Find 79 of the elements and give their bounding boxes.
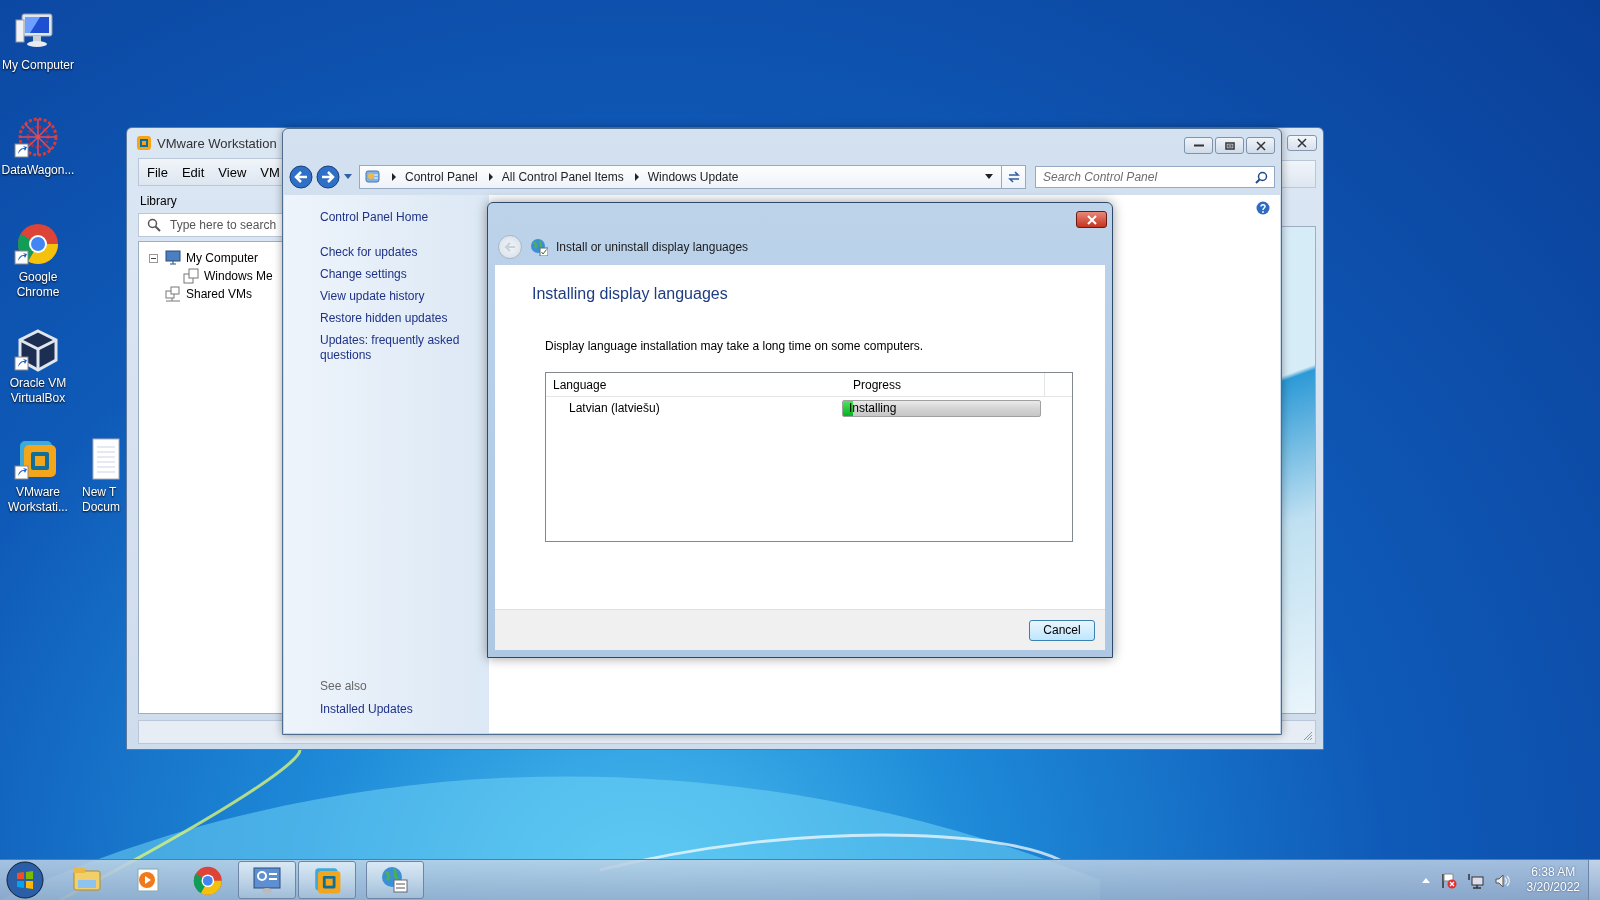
breadcrumb-item[interactable]: All Control Panel Items <box>501 170 624 184</box>
icon-label[interactable]: DataWagon... <box>0 163 76 178</box>
table-cell-text: Latvian (latviešu) <box>568 401 661 415</box>
search-icon <box>1255 171 1268 184</box>
windows-logo-icon <box>6 861 44 899</box>
close-icon <box>1085 214 1098 225</box>
network-icon <box>1466 871 1484 889</box>
refresh-button[interactable] <box>1002 165 1026 189</box>
control-panel-icon <box>251 864 283 896</box>
taskbar-button[interactable] <box>238 861 296 899</box>
dropdown-icon <box>985 174 993 180</box>
icon-label[interactable]: VMware Workstati... <box>0 485 76 515</box>
search-icon <box>147 218 161 232</box>
close-button[interactable] <box>1076 211 1107 228</box>
chevron-icon <box>487 173 494 181</box>
icon-label[interactable]: My Computer <box>0 58 76 73</box>
section-label: See also <box>320 679 368 693</box>
restore-icon <box>1223 140 1236 151</box>
back-button[interactable] <box>289 165 313 189</box>
windows-stack-icon <box>183 268 199 284</box>
minimize-button[interactable] <box>1184 137 1213 154</box>
help-icon <box>1256 201 1270 215</box>
library-label: Library <box>140 194 178 208</box>
maximize-button[interactable] <box>1215 137 1244 154</box>
cancel-button[interactable]: Cancel <box>1029 619 1095 641</box>
close-icon <box>1297 138 1307 148</box>
breadcrumb-item[interactable]: Control Panel <box>405 170 478 184</box>
tree-item[interactable]: Windows Me <box>204 269 273 283</box>
chevron-icon <box>633 173 640 181</box>
dialog-heading: Installing display languages <box>532 285 729 303</box>
caret-up-icon <box>1421 877 1430 883</box>
window-title: VMware Workstation <box>157 135 277 151</box>
control-panel-icon <box>365 169 381 185</box>
taskbar-button[interactable] <box>366 861 424 899</box>
icon-label[interactable]: Oracle VM VirtualBox <box>0 376 76 406</box>
tree-item[interactable]: My Computer <box>186 251 259 265</box>
dialog-title: Install or uninstall display languages <box>556 240 749 254</box>
taskbar-button[interactable] <box>298 861 356 899</box>
help-button[interactable] <box>1256 201 1270 215</box>
chrome-icon <box>191 864 223 896</box>
menu-item[interactable]: VM <box>255 162 285 182</box>
resize-grip-icon <box>1303 731 1313 741</box>
app-icon <box>136 135 152 151</box>
chevron-icon <box>391 173 397 181</box>
shared-stack-icon <box>165 286 181 302</box>
close-button[interactable] <box>1287 135 1317 151</box>
icon-label[interactable]: New T Docum <box>82 485 122 515</box>
tree-item[interactable]: Shared VMs <box>186 287 253 301</box>
forward-button[interactable] <box>316 165 340 189</box>
start-button[interactable] <box>4 860 46 900</box>
globe-icon <box>379 864 411 896</box>
dialog-message: Display language installation may take a long time on some computers. <box>545 339 925 353</box>
sidebar-link[interactable]: Change settings <box>320 267 479 282</box>
refresh-icon <box>1006 170 1021 184</box>
menu-item[interactable]: Edit <box>176 162 210 182</box>
close-button[interactable] <box>1246 137 1275 154</box>
sidebar-link[interactable]: Check for updates <box>320 245 479 260</box>
caret-icon <box>344 174 352 180</box>
left-arrow-icon <box>503 240 517 254</box>
toolbar-panel <box>1282 160 1316 188</box>
search-field[interactable]: Type here to search <box>138 213 282 237</box>
icon-label[interactable]: Google Chrome <box>0 270 76 300</box>
address-bar[interactable]: Control Panel All Control Panel Items Windows Update <box>359 165 1002 189</box>
flag-icon <box>1439 871 1457 889</box>
minimize-icon <box>1193 144 1204 147</box>
search-field[interactable]: Search Control Panel <box>1035 166 1275 188</box>
globe-icon <box>530 238 548 256</box>
sidebar-link[interactable]: Restore hidden updates <box>320 311 479 326</box>
menu-item[interactable]: File <box>142 162 173 182</box>
sidebar-link[interactable]: Updates: frequently asked questions <box>320 333 479 363</box>
menu-item[interactable]: View <box>213 162 252 182</box>
close-icon <box>1254 140 1267 151</box>
sidebar-link[interactable]: Control Panel Home <box>320 210 479 225</box>
column-header[interactable]: Language <box>546 373 846 396</box>
monitor-icon <box>165 250 181 266</box>
sidebar-link[interactable]: Installed Updates <box>320 702 479 717</box>
column-header[interactable]: Progress <box>846 373 1045 396</box>
sidebar-link[interactable]: View update history <box>320 289 479 304</box>
breadcrumb-item[interactable]: Windows Update <box>647 170 739 184</box>
